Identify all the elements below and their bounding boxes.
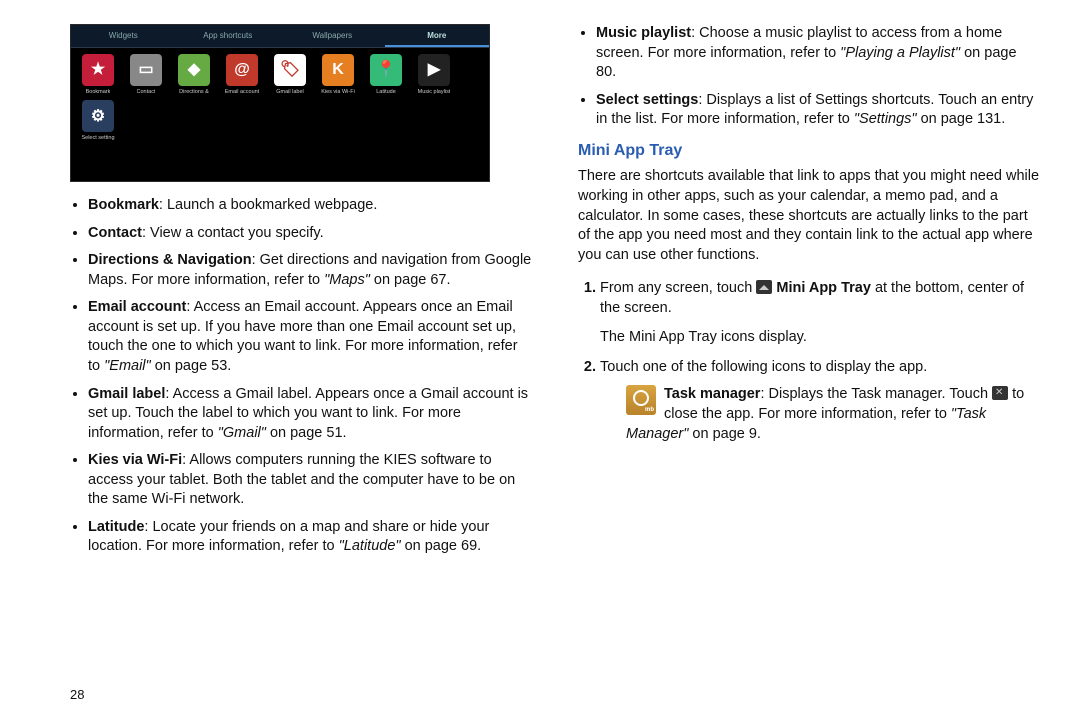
bullet-item: Music playlist: Choose a music playlist … [596, 24, 1040, 83]
mini-app-tray-icon [756, 280, 772, 294]
tab-more: More [385, 25, 490, 47]
right-column: Music playlist: Choose a music playlist … [578, 24, 1040, 710]
app-icon: 📍Latitude [363, 54, 409, 96]
screenshot-icon-row-2: ⚙Select setting [71, 98, 489, 144]
bullet-item: Email account: Access an Email account. … [88, 298, 532, 376]
bullet-item: Gmail label: Access a Gmail label. Appea… [88, 385, 532, 444]
app-icon: ⚙Select setting [75, 100, 121, 142]
app-icon: ▭Contact [123, 54, 169, 96]
app-icon: @Email account [219, 54, 265, 96]
screenshot-icon-row-1: ★Bookmark▭Contact◆Directions &@Email acc… [71, 48, 489, 98]
app-icon: ◆Directions & [171, 54, 217, 96]
task-term: Task manager [664, 386, 760, 402]
tab-widgets: Widgets [71, 25, 176, 47]
step1-text-c: The Mini App Tray icons display. [600, 329, 807, 345]
section-heading-mini-app-tray: Mini App Tray [578, 140, 1040, 162]
page-number: 28 [70, 687, 84, 702]
task-tail: on page 9. [688, 426, 761, 442]
app-icon: ★Bookmark [75, 54, 121, 96]
task-text-a: : Displays the Task manager. Touch [760, 386, 992, 402]
step1-text-a: From any screen, touch [600, 280, 756, 296]
step1-bold: Mini App Tray [776, 280, 871, 296]
close-icon [992, 386, 1008, 400]
app-icon: KKies via Wi-Fi [315, 54, 361, 96]
bullet-item: Contact: View a contact you specify. [88, 224, 532, 244]
bullet-item: Latitude: Locate your friends on a map a… [88, 518, 532, 557]
intro-paragraph: There are shortcuts available that link … [578, 167, 1040, 265]
tab-app-shortcuts: App shortcuts [176, 25, 281, 47]
numbered-steps: From any screen, touch Mini App Tray at … [578, 279, 1040, 444]
bullet-item: Directions & Navigation: Get directions … [88, 251, 532, 290]
device-screenshot: Widgets App shortcuts Wallpapers More ★B… [70, 24, 490, 182]
left-bullet-list: Bookmark: Launch a bookmarked webpage. Co… [70, 196, 532, 557]
bullet-item: Kies via Wi-Fi: Allows computers running… [88, 451, 532, 510]
step2-text: Touch one of the following icons to disp… [600, 359, 927, 375]
task-manager-icon [626, 385, 656, 415]
app-icon: ▶Music playlist [411, 54, 457, 96]
screenshot-tabs: Widgets App shortcuts Wallpapers More [71, 25, 489, 48]
app-icon: 🏷Gmail label [267, 54, 313, 96]
step-2: Touch one of the following icons to disp… [600, 358, 1040, 444]
task-manager-entry: Task manager: Displays the Task manager.… [626, 385, 1040, 444]
bullet-item: Select settings: Displays a list of Sett… [596, 91, 1040, 130]
right-bullet-list: Music playlist: Choose a music playlist … [578, 24, 1040, 130]
step-1: From any screen, touch Mini App Tray at … [600, 279, 1040, 348]
tab-wallpapers: Wallpapers [280, 25, 385, 47]
left-column: Widgets App shortcuts Wallpapers More ★B… [70, 24, 532, 710]
bullet-item: Bookmark: Launch a bookmarked webpage. [88, 196, 532, 216]
